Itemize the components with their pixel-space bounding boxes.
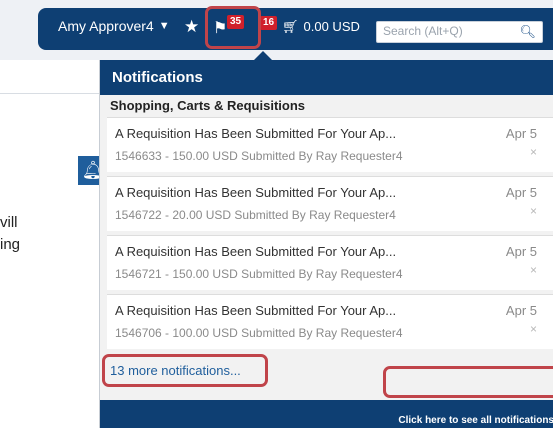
panel-pointer-arrow [254,51,272,60]
user-name: Amy Approver4 [58,18,154,34]
section-heading: Shopping, Carts & Requisitions [100,95,553,117]
notification-title: A Requisition Has Been Submitted For You… [115,244,397,259]
background-divider [0,93,100,94]
navbar: Amy Approver4 ▼ ★ ⚑ 35 16 🛒︎ 0.00 USD 🔍︎ [38,8,553,50]
cart-icon: 🛒︎ [282,19,299,34]
notification-date: Apr 5 [505,303,537,318]
cart-total: 0.00 USD [303,19,360,34]
flag-icon: ⚑ [213,20,228,37]
caret-down-icon: ▼ [158,20,170,32]
panel-footer: Click here to see all notifications [100,400,553,428]
close-icon[interactable]: × [530,145,537,159]
notification-date: Apr 5 [505,126,537,141]
notification-item[interactable]: A Requisition Has Been Submitted For You… [107,117,553,172]
notification-subtitle: 1546721 - 150.00 USD Submitted By Ray Re… [115,267,403,281]
top-bar-background: Amy Approver4 ▼ ★ ⚑ 35 16 🛒︎ 0.00 USD 🔍︎ [0,0,553,60]
background-text-line-1: vill [0,214,18,231]
close-icon[interactable]: × [530,322,537,336]
notifications-panel: Notifications Shopping, Carts & Requisit… [99,60,553,428]
close-icon[interactable]: × [530,204,537,218]
notification-subtitle: 1546633 - 150.00 USD Submitted By Ray Re… [115,149,403,163]
panel-title: Notifications [100,60,553,95]
search-box: 🔍︎ [376,21,543,43]
notification-title: A Requisition Has Been Submitted For You… [115,126,397,141]
cart-button[interactable]: 🛒︎ 0.00 USD [282,19,360,35]
notification-subtitle: 1546706 - 100.00 USD Submitted By Ray Re… [115,326,403,340]
notification-item[interactable]: A Requisition Has Been Submitted For You… [107,176,553,231]
flag-count-badge: 35 [227,15,245,29]
notification-item[interactable]: A Requisition Has Been Submitted For You… [107,294,553,349]
notification-item[interactable]: A Requisition Has Been Submitted For You… [107,235,553,290]
star-icon[interactable]: ★ [184,17,199,37]
message-count-badge: 16 [260,16,278,30]
background-text-line-2: ing [0,236,21,253]
notification-date: Apr 5 [505,185,537,200]
notification-subtitle: 1546722 - 20.00 USD Submitted By Ray Req… [115,208,396,222]
search-input[interactable] [377,22,519,40]
notification-title: A Requisition Has Been Submitted For You… [115,185,397,200]
notification-title: A Requisition Has Been Submitted For You… [115,303,397,318]
user-menu[interactable]: Amy Approver4 ▼ [58,18,170,34]
search-icon[interactable]: 🔍︎ [519,24,536,40]
more-notifications-link[interactable]: 13 more notifications... [110,363,241,378]
see-all-notifications-link[interactable]: Click here to see all notifications [398,415,553,426]
footer-link-highlight-outline [383,366,553,398]
notifications-flag-button[interactable]: ⚑ 35 [213,15,245,38]
notification-date: Apr 5 [505,244,537,259]
close-icon[interactable]: × [530,263,537,277]
